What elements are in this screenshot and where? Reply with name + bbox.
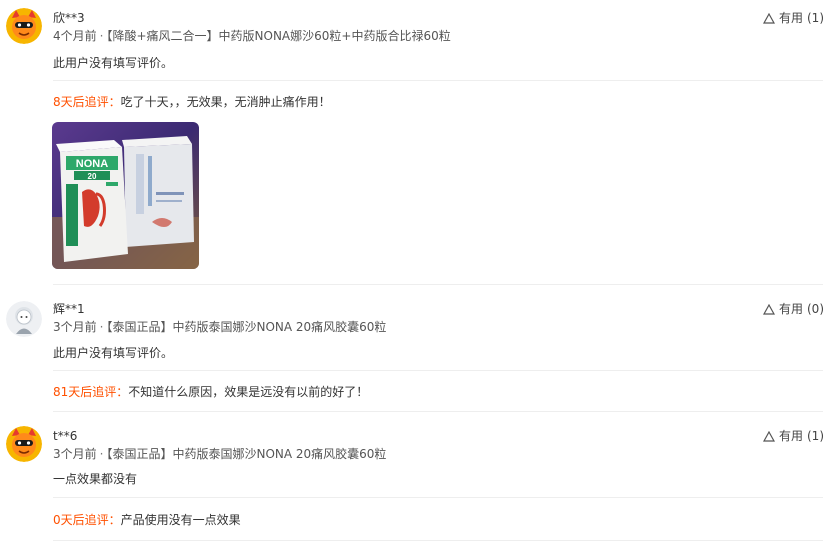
username: 欣**3 bbox=[53, 11, 85, 25]
avatar[interactable] bbox=[6, 426, 42, 462]
divider bbox=[53, 284, 823, 285]
divider bbox=[53, 370, 823, 371]
divider bbox=[53, 540, 823, 541]
followup-label: 8天后追评： bbox=[53, 95, 121, 109]
followup-text: 产品使用没有一点效果 bbox=[120, 513, 241, 527]
thumbs-up-triangle-icon bbox=[762, 12, 775, 24]
username: t**6 bbox=[53, 429, 78, 443]
review-content: 一点效果都没有 bbox=[53, 472, 138, 486]
divider bbox=[53, 411, 823, 412]
username: 辉**1 bbox=[53, 302, 85, 316]
sku-info: 【泰国正品】中药版泰国娜沙NONA 20痛风胶囊60粒 bbox=[106, 320, 387, 334]
followup-label: 81天后追评： bbox=[53, 385, 129, 399]
followup-review: 81天后追评：不知道什么原因，效果是远没有以前的好了！ bbox=[53, 385, 368, 399]
useful-label: 有用 bbox=[778, 11, 803, 25]
review-time: 3个月前 bbox=[53, 447, 97, 461]
followup-text: 吃了十天，，无效果，无消肿止痛作用！ bbox=[120, 95, 331, 109]
divider bbox=[53, 80, 823, 81]
product-photo-image: NONA 20 bbox=[52, 122, 199, 269]
thumbs-up-triangle-icon bbox=[762, 303, 775, 315]
followup-text: 不知道什么原因，效果是远没有以前的好了！ bbox=[128, 385, 369, 399]
sku-info: 【降酸+痛风二合一】中药版NONA娜沙60粒+中药版合比禄60粒 bbox=[106, 29, 451, 43]
meta-separator: · bbox=[99, 320, 104, 334]
review-meta: 3个月前 · 【泰国正品】中药版泰国娜沙NONA 20痛风胶囊60粒 bbox=[53, 320, 386, 334]
meta-separator: · bbox=[99, 29, 104, 43]
box-number-text: 20 bbox=[88, 172, 97, 181]
useful-button[interactable]: 有用 (0) bbox=[762, 302, 824, 316]
avatar[interactable] bbox=[6, 8, 42, 44]
avatar-cartoon-icon bbox=[6, 8, 42, 44]
avatar[interactable] bbox=[6, 301, 42, 337]
review-time: 4个月前 bbox=[53, 29, 97, 43]
avatar-cartoon-icon bbox=[6, 426, 42, 462]
useful-label: 有用 bbox=[778, 302, 803, 316]
avatar-default-icon bbox=[6, 301, 42, 337]
meta-separator: · bbox=[99, 447, 104, 461]
useful-count: (0) bbox=[807, 302, 824, 316]
review-content: 此用户没有填写评价。 bbox=[53, 346, 174, 360]
followup-review: 8天后追评：吃了十天，，无效果，无消肿止痛作用！ bbox=[53, 95, 331, 109]
review-meta: 3个月前 · 【泰国正品】中药版泰国娜沙NONA 20痛风胶囊60粒 bbox=[53, 447, 386, 461]
review-time: 3个月前 bbox=[53, 320, 97, 334]
useful-count: (1) bbox=[807, 11, 824, 25]
sku-info: 【泰国正品】中药版泰国娜沙NONA 20痛风胶囊60粒 bbox=[106, 447, 387, 461]
useful-count: (1) bbox=[807, 429, 824, 443]
review-photo[interactable]: NONA 20 bbox=[52, 122, 199, 269]
useful-button[interactable]: 有用 (1) bbox=[762, 11, 824, 25]
followup-review: 0天后追评：产品使用没有一点效果 bbox=[53, 513, 241, 527]
thumbs-up-triangle-icon bbox=[762, 430, 775, 442]
review-content: 此用户没有填写评价。 bbox=[53, 56, 174, 70]
divider bbox=[53, 497, 823, 498]
followup-label: 0天后追评： bbox=[53, 513, 121, 527]
box-brand-text: NONA bbox=[76, 158, 108, 170]
useful-label: 有用 bbox=[778, 429, 803, 443]
useful-button[interactable]: 有用 (1) bbox=[762, 429, 824, 443]
review-meta: 4个月前 · 【降酸+痛风二合一】中药版NONA娜沙60粒+中药版合比禄60粒 bbox=[53, 29, 451, 43]
